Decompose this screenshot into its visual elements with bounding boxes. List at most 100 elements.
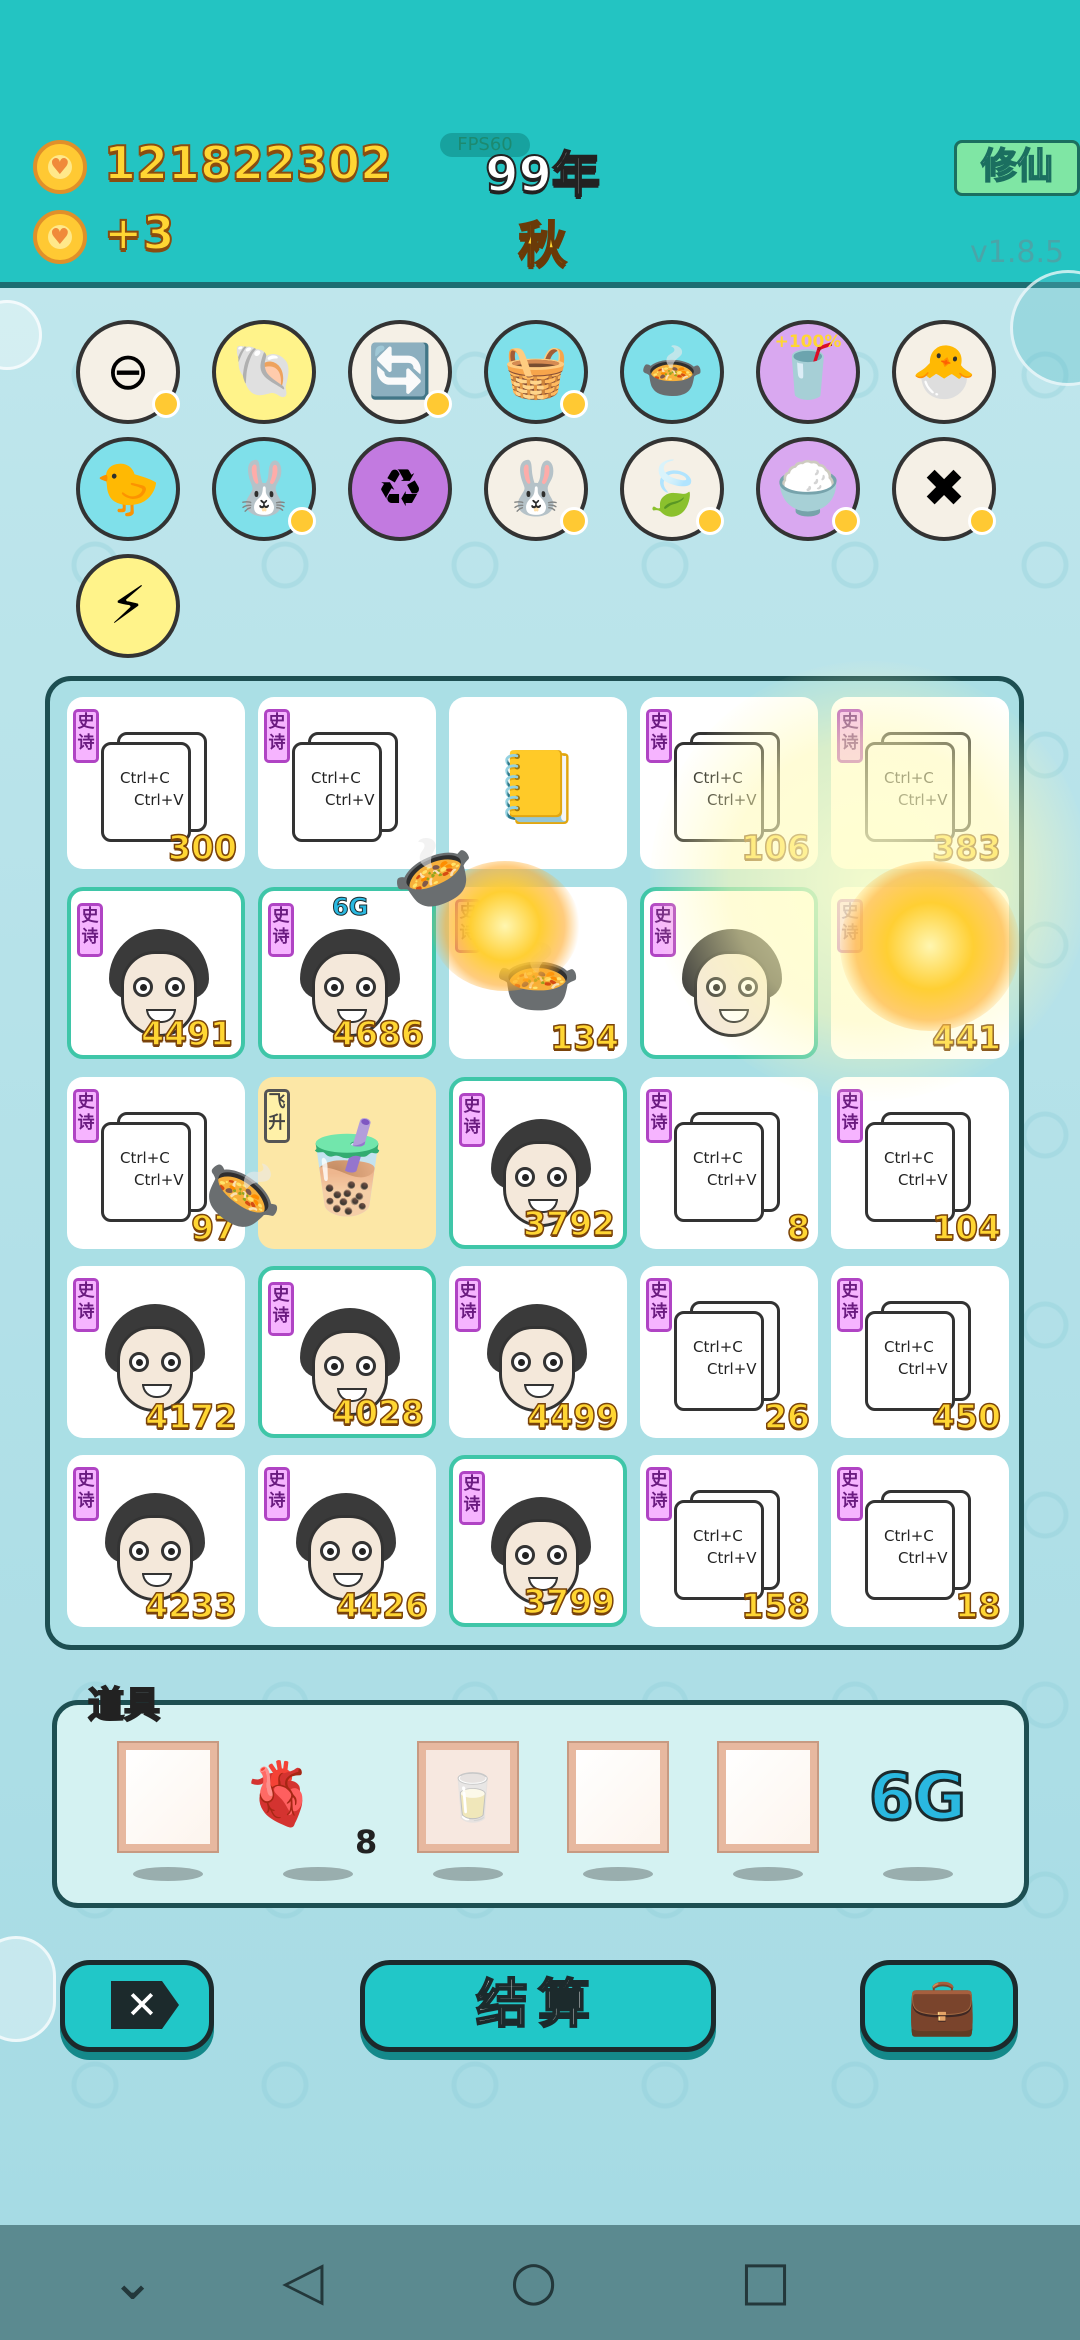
glow-effect: [650, 661, 1080, 1101]
slot-shadow: [883, 1867, 953, 1881]
basket-symbol[interactable]: 🧺: [484, 320, 588, 424]
top-bar: ♥ 121822302 ♥ +3 FPS60 99年 秋 修仙 v1.8.5: [0, 0, 1080, 288]
settle-label: 结算: [475, 1974, 600, 2036]
slot-board: 史诗Ctrl+CCtrl+V300史诗Ctrl+CCtrl+V📒史诗Ctrl+C…: [45, 661, 1080, 1650]
cell-value: 104: [931, 1207, 1001, 1248]
epic-tag: 史诗: [268, 903, 294, 957]
cup-symbol[interactable]: 🥤 +100%: [756, 320, 860, 424]
cell-value: 4491: [140, 1013, 233, 1054]
chick-egg-symbol-icon: 🐣: [911, 342, 977, 402]
leaf-symbol-icon: 🍃: [639, 459, 705, 519]
gold-badge-icon: [832, 507, 860, 535]
props-panel: 🫀 8 🥛 6G: [52, 1700, 1029, 1908]
cell-value: 300: [167, 827, 237, 868]
copy-paste-icon: Ctrl+C Ctrl+V: [674, 1301, 780, 1411]
board-cell[interactable]: 史诗 3799: [449, 1455, 627, 1627]
copy-text: Ctrl+C: [311, 769, 361, 787]
backpack-button[interactable]: 💼: [860, 1960, 1018, 2052]
leaf-symbol[interactable]: 🍃: [620, 437, 724, 541]
season-label: 秋: [517, 216, 567, 274]
copy-text: Ctrl+C: [884, 1149, 934, 1167]
settle-button[interactable]: 结算: [360, 1960, 716, 2052]
nav-back-icon[interactable]: ◁: [282, 2251, 324, 2311]
board-cell[interactable]: 史诗 Ctrl+C Ctrl+V 300: [67, 697, 245, 869]
copy-text: Ctrl+C: [884, 1527, 934, 1545]
board-cell[interactable]: 史诗 4233: [67, 1455, 245, 1627]
nav-home-icon[interactable]: ○: [510, 2251, 557, 2311]
board-cell[interactable]: 史诗 4426: [258, 1455, 436, 1627]
cell-value: 4686: [331, 1013, 424, 1054]
side-avatar-button[interactable]: [0, 1936, 56, 2042]
board-cell[interactable]: 史诗 Ctrl+C Ctrl+V 18: [831, 1455, 1009, 1627]
board-cell[interactable]: 史诗 Ctrl+C Ctrl+V 8: [640, 1077, 818, 1249]
pot-symbol[interactable]: 🍲: [620, 320, 724, 424]
lightning-symbol-icon: ⚡: [109, 576, 147, 636]
paste-text: Ctrl+V: [898, 1171, 948, 1189]
minus-symbol-icon: ⊖: [106, 342, 150, 402]
recycle-symbol-icon: ♻: [376, 459, 424, 519]
refresh-symbol[interactable]: 🔄: [348, 320, 452, 424]
chick-egg-symbol[interactable]: 🐣: [892, 320, 996, 424]
cell-value: 4233: [144, 1585, 237, 1626]
nav-recent-icon[interactable]: □: [740, 2251, 791, 2311]
copy-paste-icon: Ctrl+C Ctrl+V: [865, 1490, 971, 1600]
liver-count: 8: [355, 1823, 378, 1861]
liver-icon[interactable]: 🫀: [242, 1757, 319, 1831]
chick-symbol-icon: 🐤: [95, 459, 161, 519]
rabbit-symbol[interactable]: 🐰: [212, 437, 316, 541]
nav-down-icon[interactable]: ⌄: [110, 2251, 155, 2311]
slot-shadow: [283, 1867, 353, 1881]
board-cell[interactable]: 史诗 4499: [449, 1266, 627, 1438]
cell-value: 4172: [144, 1396, 237, 1437]
board-cell[interactable]: 史诗 Ctrl+C Ctrl+V 104: [831, 1077, 1009, 1249]
epic-tag: 史诗: [268, 1282, 294, 1336]
minus-symbol[interactable]: ⊖: [76, 320, 180, 424]
six-g-badge: 6G: [331, 893, 369, 922]
epic-tag: 史诗: [264, 1467, 290, 1521]
rice-symbol[interactable]: 🍚: [756, 437, 860, 541]
shell-symbol[interactable]: 🐚: [212, 320, 316, 424]
board-cell[interactable]: 史诗 4028: [258, 1266, 436, 1438]
delete-symbol-icon: ✖: [922, 459, 966, 519]
milk-carton-prop[interactable]: 🥛: [417, 1741, 519, 1853]
board-cell[interactable]: 史诗 Ctrl+C Ctrl+V 450: [831, 1266, 1009, 1438]
empty-prop-slot[interactable]: [567, 1741, 669, 1853]
six-g-prop[interactable]: 6G: [867, 1760, 967, 1837]
chick-symbol[interactable]: 🐤: [76, 437, 180, 541]
bubble-tea-icon: 🧋: [290, 1114, 404, 1220]
gold-badge-icon: [968, 507, 996, 535]
board-cell[interactable]: 📒: [449, 697, 627, 869]
copy-paste-icon: Ctrl+C Ctrl+V: [292, 732, 398, 842]
year-label: 99年: [484, 146, 601, 204]
rabbit-symbol-2-icon: 🐰: [503, 459, 569, 519]
delete-button[interactable]: ✕: [60, 1960, 214, 2052]
gold-income: +3: [103, 205, 176, 261]
cell-value: 4028: [331, 1392, 424, 1433]
briefcase-icon: 💼: [907, 1974, 977, 2039]
paste-text: Ctrl+V: [898, 1549, 948, 1567]
gold-badge-icon: [560, 507, 588, 535]
board-cell[interactable]: 史诗 Ctrl+C Ctrl+V 26: [640, 1266, 818, 1438]
board-cell[interactable]: 史诗 4491: [67, 887, 245, 1059]
paste-text: Ctrl+V: [707, 1549, 757, 1567]
cell-value: 26: [763, 1396, 810, 1437]
pot-symbol-icon: 🍲: [639, 342, 705, 402]
board-cell[interactable]: 史诗 4172: [67, 1266, 245, 1438]
gold-coin-icon: ♥: [33, 140, 87, 194]
gold-badge-icon: [288, 507, 316, 535]
epic-tag: 史诗: [455, 1278, 481, 1332]
board-cell[interactable]: 史诗 3792: [449, 1077, 627, 1249]
income-coin-icon: ♥: [33, 210, 87, 264]
delete-symbol[interactable]: ✖: [892, 437, 996, 541]
rabbit-symbol-2[interactable]: 🐰: [484, 437, 588, 541]
lightning-symbol[interactable]: ⚡: [76, 554, 180, 658]
board-cell[interactable]: 史诗 Ctrl+C Ctrl+V 158: [640, 1455, 818, 1627]
cell-value: 4499: [526, 1396, 619, 1437]
empty-prop-slot[interactable]: [117, 1741, 219, 1853]
empty-prop-slot[interactable]: [717, 1741, 819, 1853]
paste-text: Ctrl+V: [898, 1360, 948, 1378]
xiuxian-button[interactable]: 修仙: [954, 140, 1080, 196]
shell-symbol-icon: 🐚: [231, 342, 297, 402]
recycle-symbol[interactable]: ♻: [348, 437, 452, 541]
board-cell[interactable]: 飞升 🧋: [258, 1077, 436, 1249]
